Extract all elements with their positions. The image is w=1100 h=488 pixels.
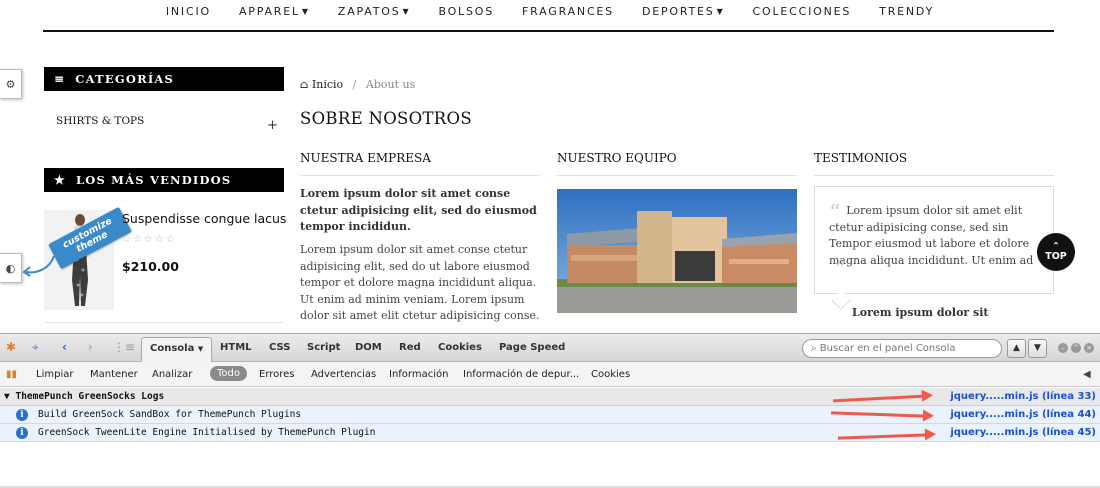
menu-icon: ≡ <box>54 72 66 86</box>
company-heading: NUESTRA EMPRESA <box>300 151 540 176</box>
devtools-panel: ✱ ⌖ ‹ › ⋮≡ Consola ▼ HTML CSS Script DOM… <box>0 333 1100 488</box>
nav-item-apparel[interactable]: APPAREL ▼ <box>225 0 324 24</box>
source-link[interactable]: jquery.....min.js (línea 45) <box>950 427 1096 438</box>
category-item-shirts[interactable]: SHIRTS & TOPS <box>56 115 276 127</box>
filter-errors[interactable]: Errores <box>259 369 295 380</box>
expand-triangle-icon: ▼ <box>4 391 10 402</box>
nav-item-trendy[interactable]: TRENDY <box>865 0 948 24</box>
product-rating: ☆☆☆☆☆ <box>122 234 177 245</box>
log-message: GreenSock TweenLite Engine Initialised b… <box>38 427 376 438</box>
company-body-text: Lorem ipsum dolor sit amet conse ctetur … <box>300 243 540 322</box>
filter-all[interactable]: Todo <box>210 366 247 381</box>
caret-down-icon: ▼ <box>301 7 310 16</box>
breadcrumb-current: About us <box>365 78 416 91</box>
console-options-icon[interactable]: ▮▮ <box>6 369 17 380</box>
team-image <box>557 189 797 313</box>
quote-close-icon: ” <box>835 258 847 283</box>
filter-cookies[interactable]: Cookies <box>591 369 630 380</box>
panel-list-icon[interactable]: ⋮≡ <box>113 340 135 354</box>
bestsellers-heading: ★ LOS MÁS VENDIDOS <box>44 168 284 192</box>
breadcrumb-separator: / <box>352 78 357 91</box>
category-expand-button[interactable]: + <box>267 118 278 133</box>
profile-button[interactable]: Analizar <box>152 369 192 380</box>
categories-heading: ≡ CATEGORÍAS <box>44 67 284 91</box>
tab-script[interactable]: Script <box>307 342 340 353</box>
tab-dom[interactable]: DOM <box>355 342 382 353</box>
nav-item-deportes[interactable]: DEPORTES ▼ <box>628 0 739 24</box>
nav-item-inicio[interactable]: INICIO <box>152 0 225 24</box>
testimonial-author: Lorem ipsum dolor sit <box>852 306 989 319</box>
filter-debug-info[interactable]: Información de depur... <box>463 369 579 380</box>
filter-info[interactable]: Información <box>389 369 448 380</box>
info-icon: i <box>16 427 28 439</box>
search-prev-button[interactable]: ▲ <box>1007 339 1026 358</box>
settings-tab[interactable]: ⚙ <box>0 69 22 99</box>
console-search-input[interactable]: ⌕ Buscar en el panel Consola <box>802 339 1002 358</box>
testimonial-text: Lorem ipsum dolor sit amet elit ctetur a… <box>829 204 1034 267</box>
main-nav: INICIO APPAREL ▼ ZAPATOS ▼ BOLSOS FRAGRANC… <box>0 0 1100 24</box>
home-icon: ⌂ <box>300 78 309 91</box>
forward-arrow-icon[interactable]: › <box>88 340 93 354</box>
nav-item-zapatos[interactable]: ZAPATOS ▼ <box>324 0 425 24</box>
search-next-button[interactable]: ▼ <box>1028 339 1047 358</box>
firebug-icon[interactable]: ✱ <box>6 340 16 354</box>
star-icon: ★ <box>54 173 66 187</box>
source-link[interactable]: jquery.....min.js (línea 33) <box>950 391 1096 402</box>
log-entry[interactable]: i Build GreenSock SandBox for ThemePunch… <box>0 406 1100 424</box>
minimize-panel-icon[interactable]: – <box>1058 343 1068 353</box>
collapse-left-icon[interactable]: ◀ <box>1083 369 1091 380</box>
search-icon: ⌕ <box>811 343 817 354</box>
testimonial-box: “Lorem ipsum dolor sit amet elit ctetur … <box>814 186 1054 294</box>
nav-divider <box>43 30 1054 32</box>
tab-html[interactable]: HTML <box>220 342 252 353</box>
log-group-title: ThemePunch GreenSocks Logs <box>15 391 165 402</box>
back-arrow-icon[interactable]: ‹ <box>62 340 67 354</box>
filter-warnings[interactable]: Advertencias <box>311 369 376 380</box>
detach-panel-icon[interactable]: ^ <box>1071 343 1081 353</box>
console-filter-bar: ▮▮ Limpiar Mantener Analizar Todo Errore… <box>0 362 1100 387</box>
log-group-row[interactable]: ▼ ThemePunch GreenSocks Logs jquery.....… <box>0 388 1100 406</box>
tab-css[interactable]: CSS <box>269 342 290 353</box>
dropdown-icon: ▼ <box>197 345 204 353</box>
info-icon: i <box>16 409 28 421</box>
company-lead-text: Lorem ipsum dolor sit amet conse ctetur … <box>300 187 537 233</box>
nav-item-bolsos[interactable]: BOLSOS <box>424 0 508 24</box>
nav-item-colecciones[interactable]: COLECCIONES <box>739 0 866 24</box>
tab-page-speed[interactable]: Page Speed <box>499 342 565 353</box>
nav-item-fragrances[interactable]: FRAGRANCES <box>508 0 628 24</box>
gear-icon: ⚙ <box>5 77 16 91</box>
close-panel-icon[interactable]: × <box>1084 343 1094 353</box>
curved-arrow-icon <box>22 255 55 277</box>
tab-red[interactable]: Red <box>399 342 421 353</box>
log-message: Build GreenSock SandBox for ThemePunch P… <box>38 409 302 420</box>
sidebar-divider <box>44 322 284 323</box>
persist-button[interactable]: Mantener <box>90 369 138 380</box>
product-price: $210.00 <box>122 259 179 274</box>
back-to-top-button[interactable]: ⌃ TOP <box>1037 233 1075 271</box>
devtools-toolbar: ✱ ⌖ ‹ › ⋮≡ Consola ▼ HTML CSS Script DOM… <box>0 333 1100 363</box>
tab-cookies[interactable]: Cookies <box>438 342 482 353</box>
caret-down-icon: ▼ <box>716 7 725 16</box>
product-name[interactable]: Suspendisse congue lacus <box>122 211 286 226</box>
caret-down-icon: ▼ <box>402 7 411 16</box>
page-title: SOBRE NOSOTROS <box>300 109 472 128</box>
source-link[interactable]: jquery.....min.js (línea 44) <box>950 409 1096 420</box>
inspect-icon[interactable]: ⌖ <box>32 340 39 355</box>
tab-consola[interactable]: Consola ▼ <box>141 337 213 363</box>
breadcrumb: ⌂ Inicio / About us <box>300 78 415 91</box>
testimonials-heading: TESTIMONIOS <box>814 151 1054 176</box>
contrast-icon: ◐ <box>5 261 16 275</box>
theme-tab[interactable]: ◐ <box>0 253 22 283</box>
breadcrumb-home[interactable]: Inicio <box>312 78 343 91</box>
clear-button[interactable]: Limpiar <box>36 369 73 380</box>
team-heading: NUESTRO EQUIPO <box>557 151 797 176</box>
